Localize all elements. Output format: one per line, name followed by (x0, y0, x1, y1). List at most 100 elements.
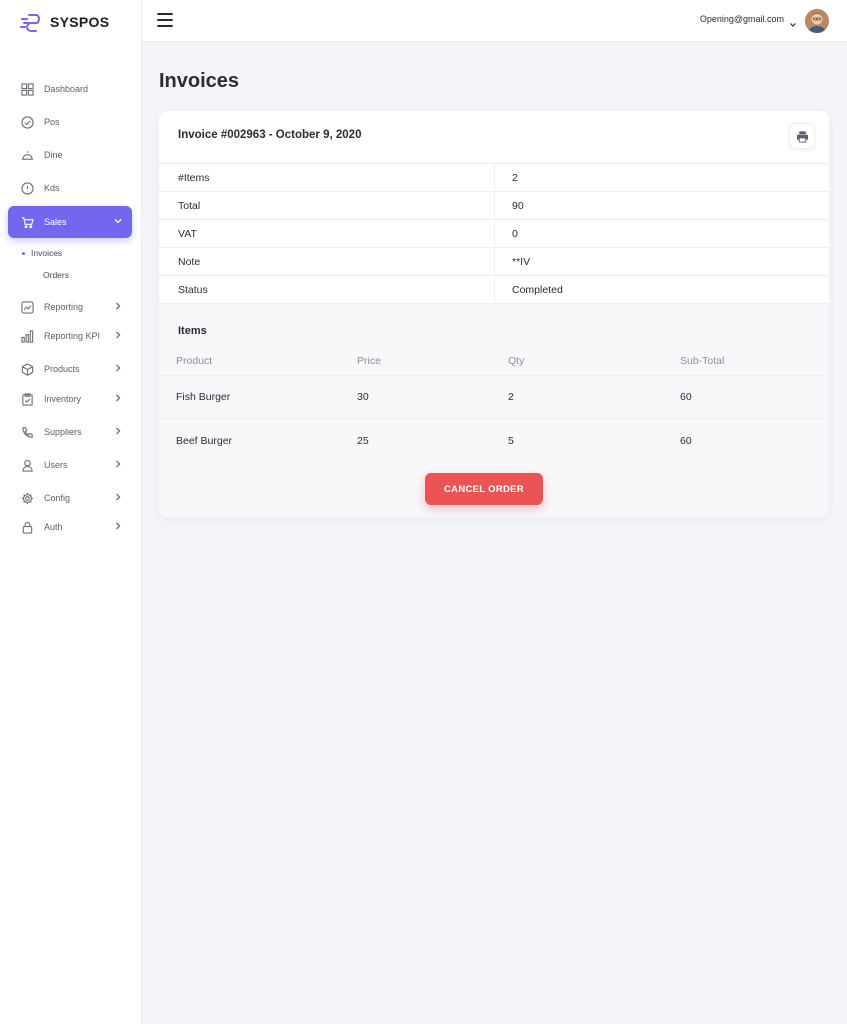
sidebar-item-label: Products (44, 364, 80, 374)
phone-icon (20, 425, 34, 439)
item-price: 30 (357, 391, 369, 403)
detail-key: VAT (159, 220, 495, 247)
invoice-card: Invoice #002963 - October 9, 2020 #Items… (159, 111, 829, 517)
detail-key: Note (159, 248, 495, 275)
cloche-icon (20, 148, 34, 162)
table-row: #Items 2 (159, 164, 829, 192)
invoice-title: Invoice #002963 - October 9, 2020 (178, 129, 362, 141)
brand-logo-icon (20, 14, 40, 32)
sidebar-item-kds[interactable]: Kds (8, 172, 132, 204)
chevron-right-icon (114, 459, 124, 471)
sidebar-subitem-invoices[interactable]: Invoices (22, 248, 62, 258)
item-subtotal: 60 (680, 434, 692, 447)
chevron-right-icon (114, 330, 124, 342)
sidebar-item-auth[interactable]: Auth (8, 511, 132, 543)
cancel-order-button[interactable]: CANCEL ORDER (425, 473, 543, 505)
sidebar-item-dine[interactable]: Dine (8, 139, 132, 171)
sidebar: SYSPOS Dashboard Pos Dine Kds Sales Invo… (0, 0, 142, 1024)
item-subtotal: 60 (680, 391, 692, 403)
detail-value: 90 (512, 199, 524, 212)
item-qty: 5 (508, 434, 514, 447)
column-header-subtotal: Sub-Total (680, 354, 725, 367)
user-email[interactable]: Opening@gmail.com (700, 14, 784, 24)
sidebar-item-products[interactable]: Products (8, 353, 132, 385)
active-dot (22, 251, 25, 255)
table-row: Status Completed (159, 276, 829, 304)
sidebar-subitem-label: Orders (43, 270, 69, 280)
sidebar-item-label: Inventory (44, 394, 82, 404)
sidebar-item-pos[interactable]: Pos (8, 106, 132, 138)
menu-icon[interactable] (157, 13, 173, 27)
chevron-right-icon (114, 363, 124, 375)
detail-value: 0 (512, 227, 518, 240)
sidebar-item-dashboard[interactable]: Dashboard (8, 73, 132, 105)
item-product: Beef Burger (176, 434, 233, 447)
sidebar-subitem-label: Invoices (31, 248, 63, 258)
chevron-right-icon (114, 492, 124, 504)
detail-key: Total (159, 192, 495, 219)
user-icon (20, 458, 34, 472)
table-row: VAT 0 (159, 220, 829, 248)
cart-icon (20, 215, 34, 229)
detail-value: 2 (512, 171, 518, 184)
chevron-down-icon[interactable] (789, 16, 797, 27)
sidebar-item-label: Sales (44, 217, 67, 227)
column-header-qty: Qty (508, 354, 525, 367)
invoice-details-table: #Items 2 Total 90 VAT 0 Note **IV Status… (159, 163, 829, 304)
sidebar-item-label: Pos (44, 117, 60, 127)
sidebar-item-reporting[interactable]: Reporting (8, 291, 132, 323)
clipboard-icon (20, 392, 34, 406)
sidebar-item-label: Auth (44, 522, 63, 532)
sidebar-item-label: Dine (44, 150, 63, 160)
sidebar-item-sales[interactable]: Sales (8, 206, 132, 238)
item-product: Fish Burger (176, 391, 231, 403)
sidebar-item-label: Kds (44, 183, 60, 193)
sidebar-item-inventory[interactable]: Inventory (8, 383, 132, 415)
items-table-header: Product Price Qty Sub-Total (159, 346, 829, 376)
items-title: Items (178, 325, 207, 337)
table-row: Beef Burger 25 5 60 (159, 419, 829, 462)
sidebar-subitem-orders[interactable]: Orders (43, 270, 69, 280)
lock-icon (20, 520, 34, 534)
table-row: Fish Burger 30 2 60 (159, 376, 829, 419)
sidebar-item-reporting-kpi[interactable]: Reporting KPI (8, 320, 132, 352)
item-price: 25 (357, 434, 369, 447)
sidebar-item-label: Dashboard (44, 84, 89, 94)
print-button[interactable] (789, 123, 815, 149)
sidebar-item-label: Users (44, 460, 68, 470)
chevron-right-icon (114, 426, 124, 438)
grid-icon (20, 82, 34, 96)
brand-name: SYSPOS (50, 14, 110, 30)
printer-icon (796, 130, 808, 143)
sidebar-item-label: Reporting (44, 302, 84, 312)
item-qty: 2 (508, 391, 514, 403)
sidebar-item-users[interactable]: Users (8, 449, 132, 481)
sidebar-item-label: Config (44, 493, 71, 503)
trending-chart-icon (20, 300, 34, 314)
detail-value: Completed (512, 283, 563, 296)
page-title: Invoices (159, 70, 240, 92)
chevron-down-icon (114, 216, 124, 228)
chevron-right-icon (114, 521, 124, 533)
sidebar-item-label: Suppliers (44, 427, 82, 437)
sidebar-item-suppliers[interactable]: Suppliers (8, 416, 132, 448)
box-icon (20, 362, 34, 376)
topbar: Opening@gmail.com (142, 0, 847, 42)
alert-circle-icon (20, 181, 34, 195)
brand[interactable]: SYSPOS (20, 9, 109, 35)
sidebar-item-label: Reporting KPI (44, 331, 101, 341)
detail-value: **IV (512, 255, 531, 268)
chevron-right-icon (114, 301, 124, 313)
check-circle-icon (20, 115, 34, 129)
avatar[interactable] (805, 9, 829, 33)
bar-chart-icon (20, 329, 34, 343)
column-header-product: Product (176, 354, 213, 367)
table-row: Total 90 (159, 192, 829, 220)
detail-key: #Items (159, 164, 495, 191)
settings-icon (20, 491, 34, 505)
column-header-price: Price (357, 354, 381, 367)
chevron-right-icon (114, 393, 124, 405)
detail-key: Status (159, 276, 495, 303)
table-row: Note **IV (159, 248, 829, 276)
sidebar-item-config[interactable]: Config (8, 482, 132, 514)
